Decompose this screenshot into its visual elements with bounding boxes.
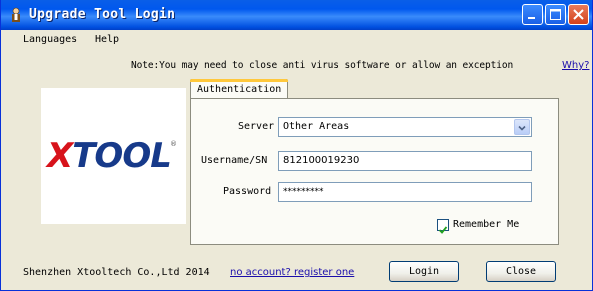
menu-languages[interactable]: Languages [23, 34, 77, 45]
why-link[interactable]: Why? [562, 60, 589, 71]
username-field[interactable]: 812100019230 [278, 151, 532, 171]
maximize-icon [550, 9, 561, 20]
tab-authentication[interactable]: Authentication [190, 79, 288, 99]
server-dropdown-button[interactable] [514, 119, 530, 135]
minimize-button[interactable] [522, 4, 543, 25]
registered-mark: ® [170, 140, 177, 148]
logo-letters-tool: TOOL [72, 136, 172, 176]
server-select[interactable]: Other Areas [278, 117, 532, 137]
window-title: Upgrade Tool Login [29, 7, 176, 22]
maximize-button[interactable] [545, 4, 566, 25]
menu-bar: Languages Help [1, 30, 592, 52]
close-button[interactable]: Close [486, 261, 556, 282]
checkmark-icon [438, 226, 448, 234]
register-link[interactable]: no account? register one [230, 267, 354, 278]
server-label: Server [238, 121, 275, 132]
server-selected-value: Other Areas [283, 121, 350, 132]
chevron-down-icon [518, 125, 526, 131]
login-button[interactable]: Login [389, 261, 459, 282]
username-label: Username/SN [201, 155, 268, 166]
note-text: Note:You may need to close anti virus so… [131, 60, 514, 71]
password-label: Password [223, 186, 272, 197]
tab-authentication-label: Authentication [197, 84, 282, 95]
app-person-icon [9, 7, 23, 23]
title-bar[interactable]: Upgrade Tool Login [1, 0, 592, 30]
minimize-icon [528, 17, 535, 19]
password-field[interactable]: ********* [278, 182, 532, 202]
login-window: Upgrade Tool Login Languages Help Note:Y… [0, 0, 593, 291]
company-copyright: Shenzhen Xtooltech Co.,Ltd 2014 [23, 267, 210, 278]
xtool-logo: XTOOL ® [41, 88, 186, 224]
logo-wordmark: XTOOL [47, 136, 172, 176]
remember-me-label[interactable]: Remember Me [453, 219, 519, 230]
menu-help[interactable]: Help [95, 34, 119, 45]
close-window-button[interactable] [568, 4, 589, 25]
logo-letter-x: X [47, 136, 73, 176]
close-icon [573, 9, 584, 20]
remember-me-checkbox[interactable] [437, 219, 449, 234]
